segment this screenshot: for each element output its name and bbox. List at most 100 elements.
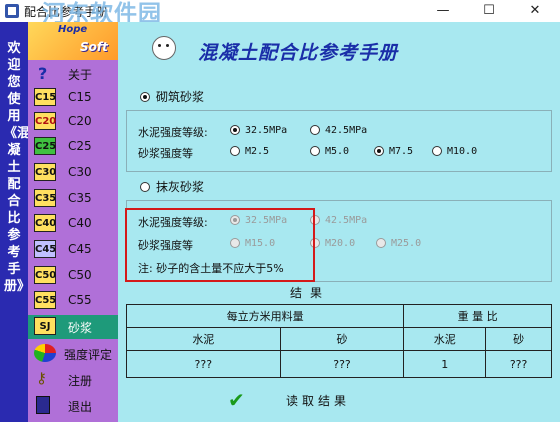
read-result-label: 读取结果 [286,394,351,408]
sidebar-item-about[interactable]: ? 关于 [28,62,118,86]
sj-icon: SJ [34,317,56,335]
c25-icon: C25 [34,137,56,155]
radio-indicator [140,181,150,192]
column-header: 水泥 [403,327,487,351]
masonry-cement-label: 水泥强度等级: [138,126,208,139]
sidebar-menu: Hope Soft ? 关于 C15 C15 C20 C20 C25 C25 C… [28,22,118,422]
masonry-group [126,110,552,172]
sidebar-item-c50[interactable]: C50 C50 [28,264,118,288]
logo-text-top: Hope [58,24,88,35]
sidebar-item-label: C55 [68,293,92,307]
plaster-mortar-m25-0[interactable]: M25.0 [376,236,421,249]
sidebar-item-label: 退出 [68,400,93,414]
option-label: M25.0 [391,237,422,249]
masonry-mortar-m7-5[interactable]: M7.5 [374,144,413,157]
sidebar-item-c15[interactable]: C15 C15 [28,86,118,110]
radio-indicator [376,238,386,248]
masonry-mortar-label: 砌筑砂浆 [156,90,205,104]
highlight-box [125,208,315,282]
sidebar-item-label: 关于 [68,68,93,82]
sidebar-item-c45[interactable]: C45 C45 [28,238,118,262]
main-panel: 混凝土配合比参考手册 砌筑砂浆 水泥强度等级: 32.5MPa 42.5MPa … [118,22,560,422]
app-icon [5,4,19,18]
sidebar-item-label: C50 [68,268,92,282]
minimize-button[interactable]: — [420,0,466,22]
masonry-cement-32-5[interactable]: 32.5MPa [230,123,287,136]
sidebar-item-c55[interactable]: C55 C55 [28,289,118,313]
weight-ratio-header: 重 量 比 [403,304,552,328]
results-table: 每立方米用料量 重 量 比 水泥 砂 水泥 砂 ??? ??? 1 ??? [125,304,552,378]
keys-icon: ⚷ [36,369,47,387]
read-result-button[interactable]: ✔ 读取结果 [228,388,378,414]
close-button[interactable]: ✕ [512,0,558,22]
sidebar-item-label: 砂浆 [68,321,93,335]
option-label: M2.5 [245,145,270,157]
radio-indicator [374,146,384,156]
sidebar-item-label: C20 [68,114,92,128]
option-label: M20.0 [325,237,356,249]
column-header: 砂 [279,327,405,351]
c45-icon: C45 [34,240,56,258]
radio-plaster-mortar[interactable]: 抹灰砂浆 [140,178,204,195]
sidebar-item-exit[interactable]: 退出 [28,394,118,418]
welcome-strip: 欢迎您使用《混凝土配合比参考手册》！ [0,22,44,422]
plaster-mortar-label: 抹灰砂浆 [156,180,205,194]
maximize-button[interactable]: ☐ [466,0,512,22]
c15-icon: C15 [34,88,56,106]
hopesoft-logo: Hope Soft [28,22,118,60]
masonry-mortar-m2-5[interactable]: M2.5 [230,144,269,157]
radio-indicator [230,125,240,135]
table-row: 每立方米用料量 重 量 比 [125,304,552,328]
option-label: 32.5MPa [245,124,288,136]
sidebar-item-c40[interactable]: C40 C40 [28,212,118,236]
c55-icon: C55 [34,291,56,309]
pie-chart-icon [34,344,56,362]
sidebar-item-c30[interactable]: C30 C30 [28,161,118,185]
table-row: ??? ??? 1 ??? [126,350,552,378]
option-label: 42.5MPa [325,124,368,136]
radio-indicator [432,146,442,156]
sand-ratio-cell: ??? [485,350,552,378]
c40-icon: C40 [34,214,56,232]
sidebar-item-register[interactable]: ⚷ 注册 [28,368,118,392]
column-header: 砂 [485,327,552,351]
radio-indicator [310,146,320,156]
option-label: M10.0 [447,145,478,157]
welcome-text: 欢迎您使用《混凝土配合比参考手册》！ [4,41,44,294]
app-window: 配合比参考手册 河东软件园 — ☐ ✕ 欢迎您使用《混凝土配合比参考手册》！ H… [0,0,560,422]
sidebar-item-label: 注册 [68,374,93,388]
column-header: 水泥 [126,327,281,351]
sidebar-item-label: C45 [68,242,92,256]
page-title: 混凝土配合比参考手册 [198,42,399,64]
sidebar-item-label: C25 [68,139,92,153]
c30-icon: C30 [34,163,56,181]
cement-amount-cell: ??? [126,350,281,378]
table-row: 水泥 砂 水泥 砂 [126,327,552,351]
results-title: 结果 [290,286,331,300]
logo-text-bottom: Soft [80,40,108,54]
option-label: M7.5 [389,145,414,157]
plaster-cement-42-5[interactable]: 42.5MPa [310,213,367,226]
c35-icon: C35 [34,189,56,207]
cement-ratio-cell: 1 [403,350,487,378]
radio-indicator [230,146,240,156]
plaster-mortar-m20-0[interactable]: M20.0 [310,236,355,249]
sidebar-item-label: C40 [68,216,92,230]
masonry-mortar-m10-0[interactable]: M10.0 [432,144,477,157]
sidebar-item-c35[interactable]: C35 C35 [28,187,118,211]
sidebar-item-mortar[interactable]: SJ 砂浆 [28,315,118,339]
sidebar-item-strength-eval[interactable]: 强度评定 [28,342,118,366]
sidebar-item-label: C35 [68,191,92,205]
sidebar-item-label: C30 [68,165,92,179]
checkmark-icon: ✔ [228,388,245,412]
masonry-mortar-m5-0[interactable]: M5.0 [310,144,349,157]
per-cubic-meter-header: 每立方米用料量 [125,304,405,328]
radio-masonry-mortar[interactable]: 砌筑砂浆 [140,88,204,105]
masonry-mortar-grade-label: 砂浆强度等 [138,147,193,160]
sand-amount-cell: ??? [279,350,405,378]
masonry-cement-42-5[interactable]: 42.5MPa [310,123,367,136]
sidebar-item-c25[interactable]: C25 C25 [28,135,118,159]
c20-icon: C20 [34,112,56,130]
sidebar-item-label: 强度评定 [64,348,113,362]
sidebar-item-c20[interactable]: C20 C20 [28,110,118,134]
